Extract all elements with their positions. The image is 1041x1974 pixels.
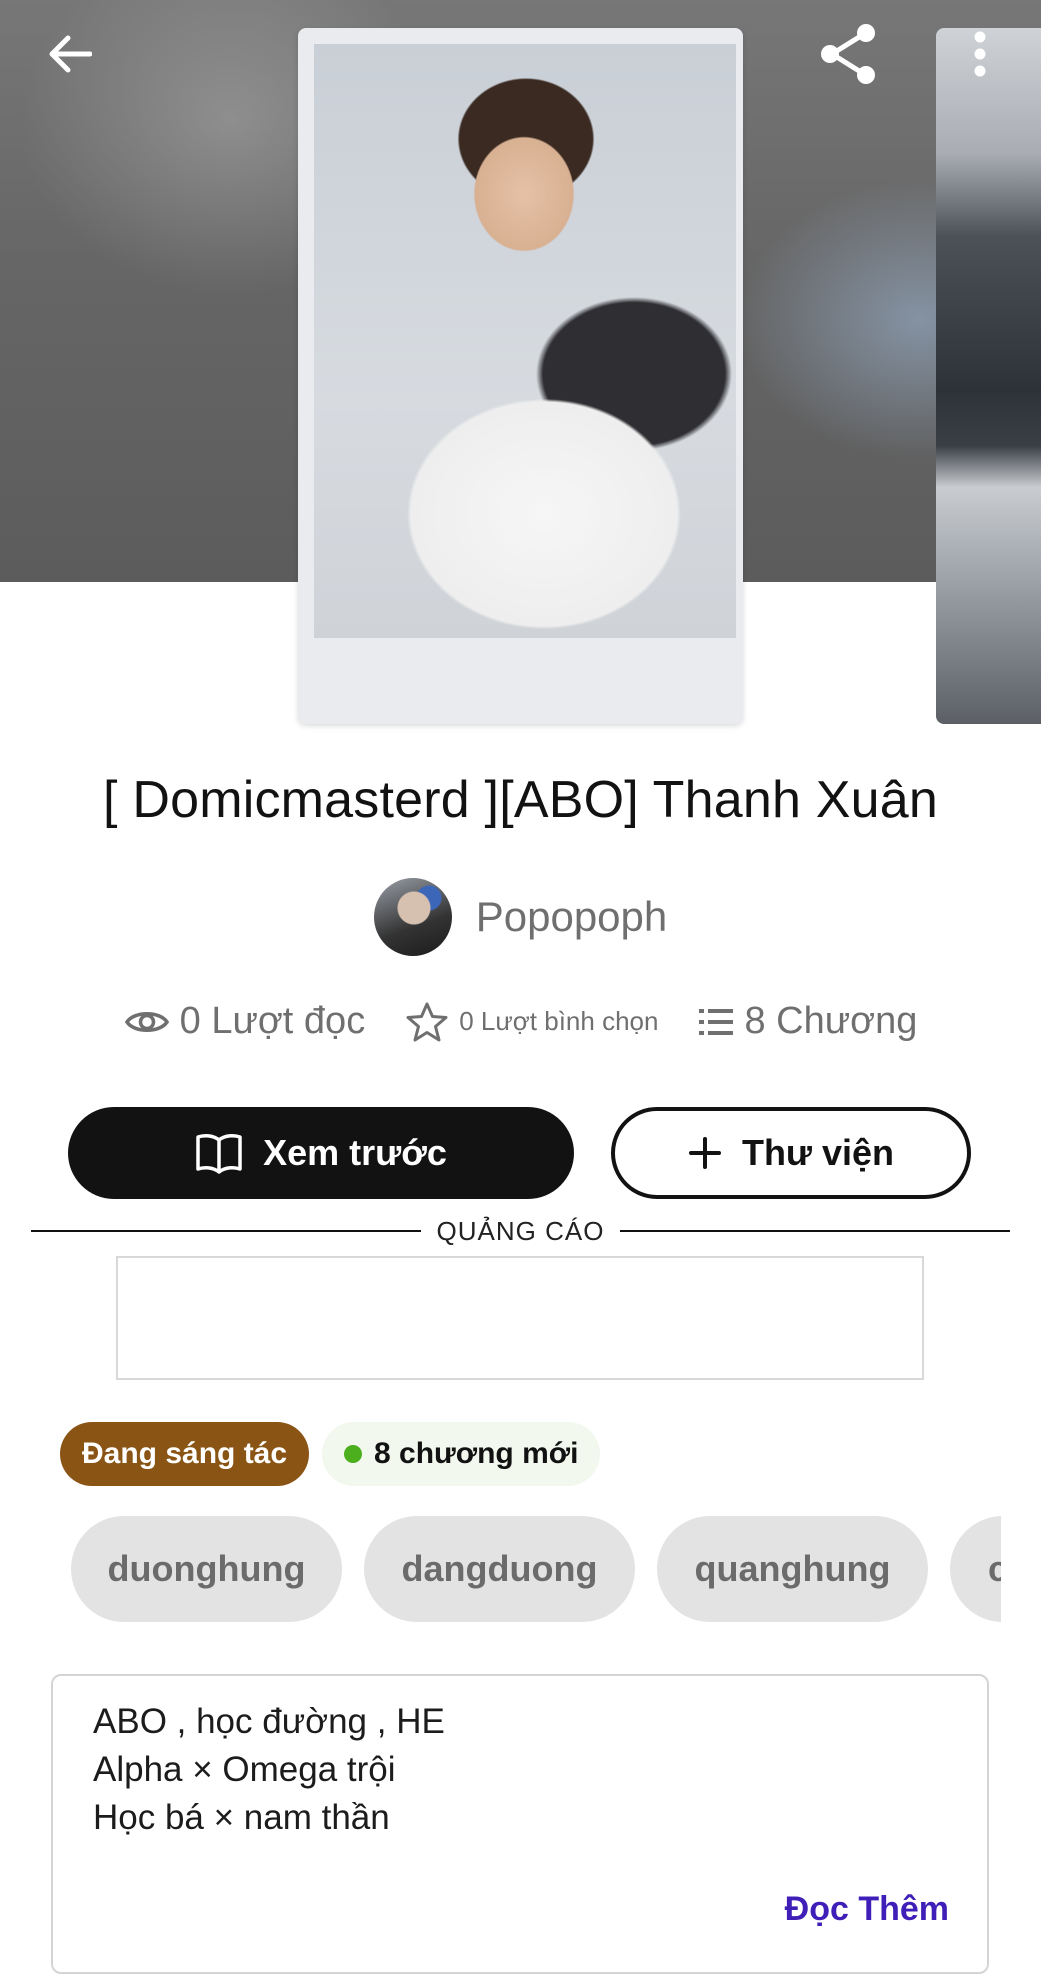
back-button[interactable]: [40, 24, 100, 84]
author-name[interactable]: Popopoph: [476, 893, 668, 941]
tag-chip[interactable]: dangduong: [364, 1516, 635, 1622]
ad-slot[interactable]: [116, 1256, 924, 1380]
story-stats: 0 Lượt đọc 0 Lượt bình chọn 8 Chương: [0, 1000, 1041, 1043]
cover-image: [314, 44, 736, 638]
chapters-stat: 8 Chương: [698, 1000, 917, 1043]
story-title: [ Domicmasterd ][ABO] Thanh Xuân: [103, 771, 938, 829]
description-line: ABO , học đường , HE: [93, 1702, 445, 1741]
star-icon: [406, 1002, 448, 1041]
new-chapters-label: 8 chương mới: [374, 1437, 579, 1470]
book-open-icon: [196, 1134, 242, 1174]
more-vertical-icon: [974, 31, 986, 77]
library-label: Thư viện: [741, 1132, 895, 1173]
tags-list: duonghung dangduong quanghung c: [71, 1516, 1001, 1622]
votes-count: 0 Lượt bình chọn: [459, 1006, 659, 1036]
preview-button[interactable]: Xem trước: [68, 1107, 574, 1199]
ad-label: QUẢNG CÁO: [436, 1216, 605, 1246]
reads-count: 0 Lượt đọc: [179, 1000, 366, 1042]
next-story-cover[interactable]: [936, 28, 1041, 724]
reads-stat: 0 Lượt đọc: [124, 1000, 366, 1043]
author-row[interactable]: Popopoph: [0, 878, 1041, 956]
description-text: ABO , học đường , HE Alpha × Omega trội …: [93, 1698, 445, 1842]
description-line: Học bá × nam thần: [93, 1798, 390, 1837]
chapters-count: 8 Chương: [744, 1000, 918, 1042]
tag-chip[interactable]: duonghung: [71, 1516, 342, 1622]
preview-label: Xem trước: [263, 1132, 447, 1173]
more-options-button[interactable]: [962, 26, 998, 82]
eye-icon: [124, 1011, 169, 1032]
story-description: ABO , học đường , HE Alpha × Omega trội …: [51, 1674, 989, 1974]
plus-icon: [688, 1137, 721, 1169]
author-avatar[interactable]: [373, 878, 452, 956]
add-to-library-button[interactable]: Thư viện: [611, 1107, 971, 1199]
tag-chip[interactable]: c: [950, 1516, 1001, 1622]
list-icon: [699, 1008, 734, 1035]
read-more-link[interactable]: Đọc Thêm: [785, 1890, 949, 1929]
new-chapters-badge: 8 chương mới: [322, 1422, 601, 1486]
share-icon: [821, 24, 875, 84]
status-badge: Đang sáng tác: [60, 1422, 310, 1486]
arrow-left-icon: [49, 35, 92, 73]
tag-chip[interactable]: quanghung: [657, 1516, 928, 1622]
story-cover[interactable]: [298, 28, 743, 724]
new-indicator-dot: [344, 1445, 362, 1463]
share-button[interactable]: [812, 18, 884, 90]
votes-stat: 0 Lượt bình chọn: [405, 1001, 658, 1043]
description-line: Alpha × Omega trội: [93, 1750, 396, 1789]
